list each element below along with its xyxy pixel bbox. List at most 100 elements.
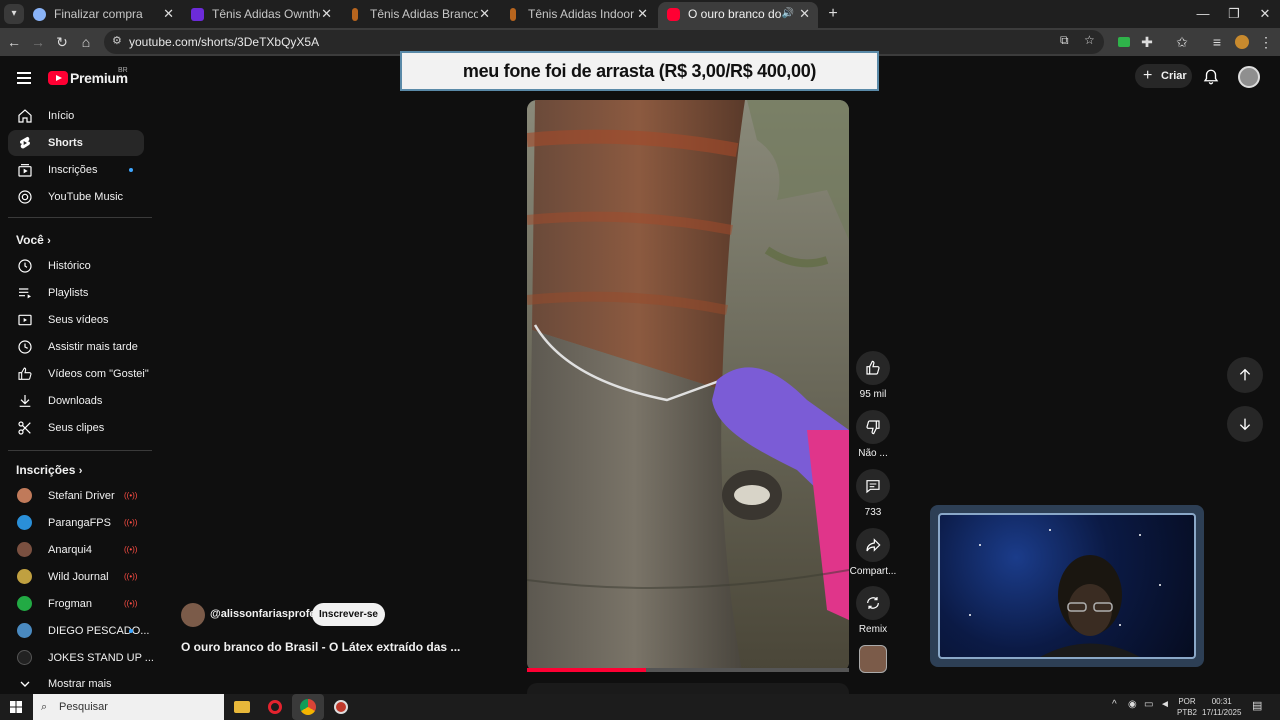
language-indicator[interactable]: POR PTB2 <box>1177 696 1197 718</box>
like-button[interactable]: 95 mil <box>856 351 890 400</box>
sidebar-item-home[interactable]: Início <box>8 103 144 129</box>
sidebar-item-label: Downloads <box>48 395 103 407</box>
sidebar-item-subscription[interactable]: Wild Journal ((•)) <box>8 564 144 590</box>
sidebar-item-subscription[interactable]: Stefani Driver ((•)) <box>8 483 144 509</box>
you-section-heading[interactable]: Você › <box>16 233 51 247</box>
sidebar-item-label: Playlists <box>48 287 89 299</box>
chrome-taskbar-icon[interactable] <box>292 694 324 720</box>
create-button[interactable]: + Criar <box>1135 64 1192 88</box>
sidebar-item-downloads[interactable]: Downloads <box>8 388 144 414</box>
channel-name: JOKES STAND UP ... <box>48 652 154 664</box>
history-icon <box>18 259 32 273</box>
menu-kebab-icon[interactable]: ⋮ <box>1256 32 1276 52</box>
next-short-button[interactable] <box>1227 406 1263 442</box>
close-icon[interactable]: ✕ <box>799 2 810 26</box>
short-title[interactable]: O ouro branco do Brasil - O Látex extraí… <box>181 640 460 654</box>
reload-icon[interactable]: ↻ <box>52 32 72 52</box>
new-content-dot <box>129 629 133 633</box>
browser-tab-1[interactable]: Tênis Adidas Ownthegame 3.0 ✕ <box>182 2 340 28</box>
network-icon[interactable]: ▭ <box>1144 699 1153 710</box>
subscribe-button[interactable]: Inscrever-se <box>312 603 385 626</box>
sidebar-item-history[interactable]: Histórico <box>8 253 144 279</box>
clock-time: 00:31 <box>1211 697 1232 706</box>
profile-icon[interactable] <box>1232 32 1252 52</box>
channel-name: Stefani Driver <box>48 490 115 502</box>
previous-short-button[interactable] <box>1227 357 1263 393</box>
chevron-up-icon[interactable]: ^ <box>1112 699 1117 710</box>
close-window-button[interactable]: ✕ <box>1250 2 1280 26</box>
install-app-icon[interactable]: ⧉ <box>1060 33 1069 48</box>
url-text: youtube.com/shorts/3DeTXbQyX5A <box>129 35 320 49</box>
sidebar-item-watch-later[interactable]: Assistir mais tarde <box>8 334 144 360</box>
browser-tab-4[interactable]: O ouro branco do Brasil - O 🔊 ✕ <box>658 2 818 28</box>
close-icon[interactable]: ✕ <box>321 2 332 26</box>
you-heading-label: Você <box>16 233 44 247</box>
plus-icon: + <box>1143 67 1153 84</box>
restore-button[interactable]: ❐ <box>1219 2 1249 26</box>
windows-start-icon[interactable] <box>10 701 22 713</box>
discord-icon[interactable]: ◉ <box>1128 699 1137 710</box>
notifications-bell-icon[interactable] <box>1202 68 1220 86</box>
comments-button[interactable]: 733 <box>856 469 890 518</box>
audio-source-thumbnail[interactable] <box>859 645 887 673</box>
volume-icon[interactable]: ◄ <box>1160 699 1170 710</box>
browser-tab-0[interactable]: Finalizar compra ✕ <box>24 2 182 28</box>
subscriptions-section-heading[interactable]: Inscrições › <box>16 463 82 477</box>
browser-tab-2[interactable]: Tênis Adidas Branco Own the G ✕ <box>340 2 498 28</box>
sidebar-item-subscription[interactable]: DIEGO PESCADO... <box>8 618 149 644</box>
browser-tab-3[interactable]: Tênis Adidas Indoor Ligra 8 Ma ✕ <box>498 2 656 28</box>
channel-name[interactable]: @alissonfariasprofe <box>210 608 315 620</box>
sidebar-item-playlists[interactable]: Playlists <box>8 280 144 306</box>
video-progress-bar[interactable] <box>527 668 849 672</box>
thumbs-down-icon <box>866 420 880 435</box>
sidebar-item-subscription[interactable]: JOKES STAND UP ... <box>8 645 154 671</box>
file-explorer-icon[interactable] <box>231 696 253 718</box>
home-icon[interactable]: ⌂ <box>76 32 96 52</box>
minimize-button[interactable]: — <box>1188 2 1218 26</box>
tab-title: O ouro branco do Brasil - O <box>688 7 786 21</box>
app-icon[interactable] <box>330 696 352 718</box>
tab-search-button[interactable]: ▾ <box>4 4 24 24</box>
close-icon[interactable]: ✕ <box>163 2 174 26</box>
sidebar-item-subscription[interactable]: Anarqui4 ((•)) <box>8 537 144 563</box>
sidebar-item-shorts[interactable]: Shorts <box>8 130 144 156</box>
reading-list-icon[interactable]: ≡ <box>1207 32 1227 52</box>
share-button[interactable]: Compart... <box>850 528 896 577</box>
channel-avatar[interactable] <box>181 603 205 627</box>
audio-playing-icon[interactable]: 🔊 <box>782 2 794 26</box>
sidebar-item-label: Assistir mais tarde <box>48 341 138 353</box>
sidebar-item-subscription[interactable]: Frogman ((•)) <box>8 591 144 617</box>
opera-icon[interactable] <box>264 696 286 718</box>
bookmarks-icon[interactable]: ✩ <box>1172 32 1192 52</box>
close-icon[interactable]: ✕ <box>637 2 648 26</box>
language-code: POR <box>1178 697 1196 706</box>
notifications-icon[interactable]: ▤ <box>1252 699 1262 712</box>
back-icon[interactable]: ← <box>4 32 24 52</box>
youtube-premium-logo[interactable]: Premium BR <box>48 67 128 87</box>
account-avatar[interactable] <box>1238 66 1260 88</box>
clock-date: 17/11/2025 <box>1202 708 1242 717</box>
share-icon <box>866 538 881 552</box>
bookmark-star-icon[interactable]: ☆ <box>1084 33 1095 47</box>
extension-green-icon[interactable] <box>1114 32 1134 52</box>
tab-title: Tênis Adidas Branco Own the G <box>370 7 478 21</box>
short-video-player[interactable] <box>527 100 849 672</box>
sidebar-item-your-videos[interactable]: Seus vídeos <box>8 307 144 333</box>
clock[interactable]: 00:31 17/11/2025 <box>1202 696 1241 718</box>
sidebar-item-youtube-music[interactable]: YouTube Music <box>8 184 144 210</box>
search-icon: ⌕ <box>41 701 48 713</box>
remix-button[interactable]: Remix <box>856 586 890 635</box>
dislike-button[interactable]: Não ... <box>856 410 890 459</box>
close-icon[interactable]: ✕ <box>479 2 490 26</box>
sidebar-item-subscription[interactable]: ParangaFPS ((•)) <box>8 510 144 536</box>
tab-title: Finalizar compra <box>54 7 143 21</box>
sidebar-item-liked-videos[interactable]: Vídeos com "Gostei" <box>8 361 149 387</box>
site-info-icon[interactable]: ⚙ <box>112 34 122 47</box>
hamburger-menu-icon[interactable] <box>17 72 31 84</box>
extensions-puzzle-icon[interactable]: ✚ <box>1137 32 1157 52</box>
forward-icon[interactable]: → <box>28 32 48 52</box>
sidebar-item-subscriptions[interactable]: Inscrições <box>8 157 144 183</box>
new-tab-button[interactable]: + <box>818 2 848 26</box>
taskbar-search[interactable]: ⌕ Pesquisar <box>33 694 224 720</box>
sidebar-item-your-clips[interactable]: Seus clipes <box>8 415 144 441</box>
